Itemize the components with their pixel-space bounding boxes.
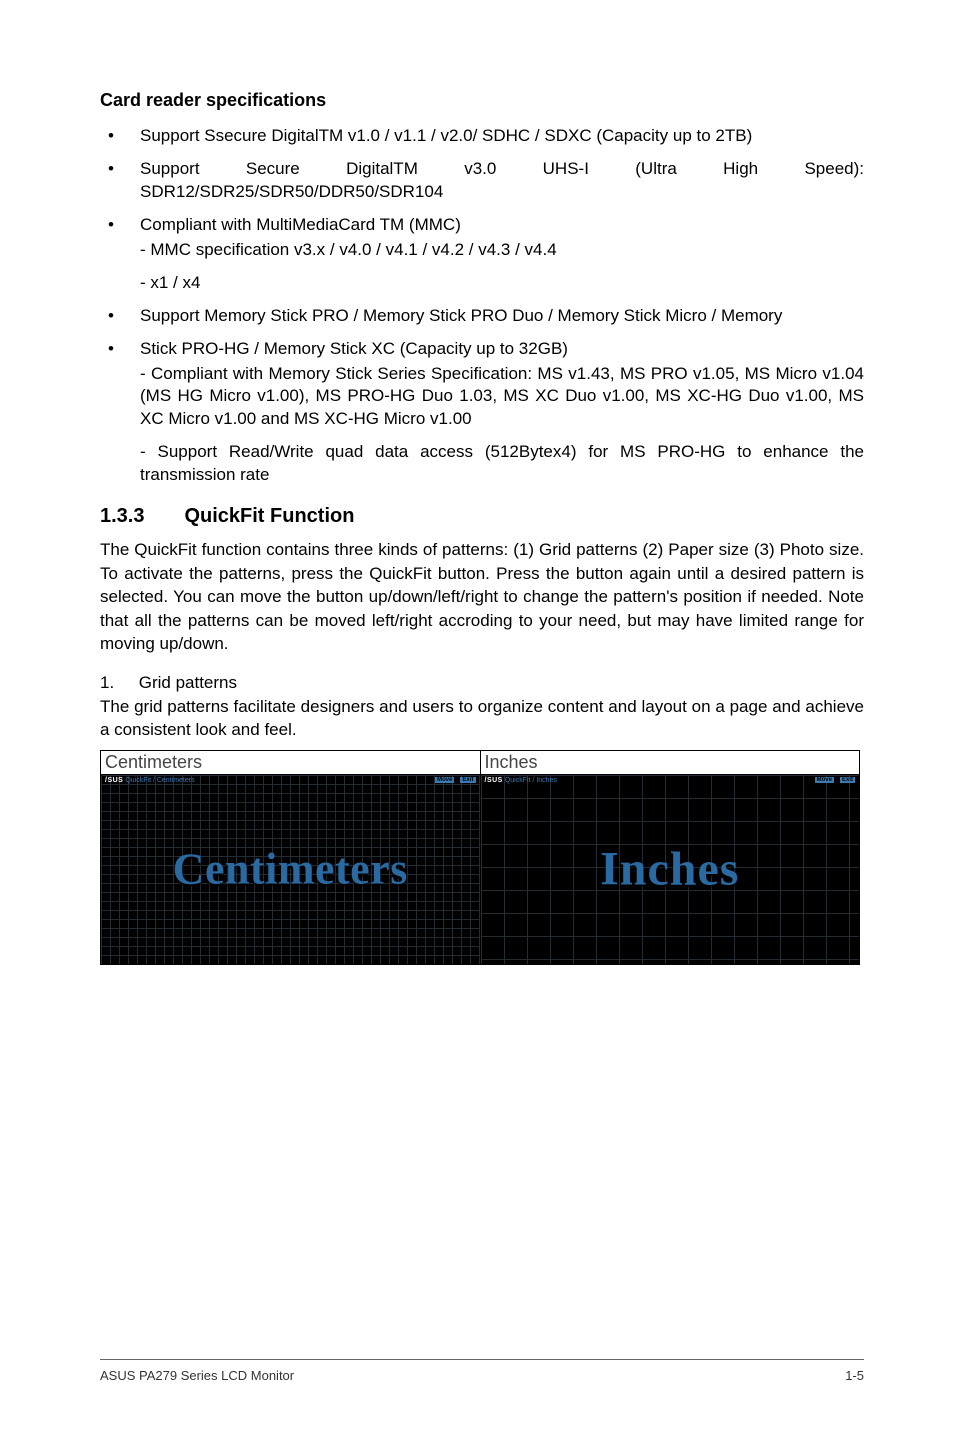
table-header-cm: Centimeters	[101, 750, 481, 774]
pattern-label-cm: Centimeters	[173, 844, 408, 895]
list-item: • Compliant with MultiMediaCard TM (MMC)…	[100, 214, 864, 295]
pattern-centimeters: /SUSQuickFit / Centimeters Move Exit Cent…	[101, 774, 481, 964]
list-item: • Support Memory Stick PRO / Memory Stic…	[100, 305, 864, 328]
list-item-sub: - MMC specification v3.x / v4.0 / v4.1 /…	[140, 239, 864, 262]
item-title: Grid patterns	[139, 673, 237, 692]
footer-page-number: 1-5	[845, 1368, 864, 1383]
bullet-icon: •	[108, 125, 114, 148]
breadcrumb: QuickFit / Inches	[505, 777, 557, 784]
list-item-sub: - Compliant with Memory Stick Series Spe…	[140, 363, 864, 432]
section-heading: 1.3.3 QuickFit Function	[100, 505, 864, 528]
list-item-sub: - Support Read/Write quad data access (5…	[140, 441, 864, 487]
list-item-text: Support Ssecure DigitalTM v1.0 / v1.1 / …	[140, 126, 752, 145]
brand-label: /SUS	[105, 777, 123, 784]
list-item: • Stick PRO-HG / Memory Stick XC (Capaci…	[100, 338, 864, 488]
bullet-icon: •	[108, 338, 114, 361]
list-item-text: Compliant with MultiMediaCard TM (MMC)	[140, 215, 461, 234]
pattern-label-in: Inches	[600, 842, 739, 897]
exit-badge: Exit	[460, 777, 475, 783]
section-number: 1.3.3	[100, 505, 180, 528]
list-item-sub: - x1 / x4	[140, 272, 864, 295]
bullet-icon: •	[108, 158, 114, 181]
page-footer: ASUS PA279 Series LCD Monitor 1-5	[100, 1359, 864, 1383]
pattern-topbar: /SUSQuickFit / Centimeters Move Exit	[105, 777, 476, 784]
item-number: 1.	[100, 671, 134, 694]
breadcrumb: QuickFit / Centimeters	[125, 777, 194, 784]
table-header-in: Inches	[480, 750, 860, 774]
list-item: • Support Secure DigitalTM v3.0 UHS-I (U…	[100, 158, 864, 204]
pattern-topbar: /SUSQuickFit / Inches Move Exit	[485, 777, 856, 784]
grid-patterns-body: The grid patterns facilitate designers a…	[100, 695, 864, 742]
grid-patterns-item: 1. Grid patterns	[100, 671, 864, 694]
move-badge: Move	[435, 777, 454, 783]
list-item: • Support Ssecure DigitalTM v1.0 / v1.1 …	[100, 125, 864, 148]
brand-label: /SUS	[485, 777, 503, 784]
pattern-inches: /SUSQuickFit / Inches Move Exit Inches	[480, 774, 860, 964]
exit-badge: Exit	[840, 777, 855, 783]
list-item-text: Support Secure DigitalTM v3.0 UHS-I (Ult…	[140, 159, 864, 201]
section-title: QuickFit Function	[184, 505, 354, 527]
section-paragraph: The QuickFit function contains three kin…	[100, 538, 864, 655]
footer-product: ASUS PA279 Series LCD Monitor	[100, 1368, 294, 1383]
list-item-text: Stick PRO-HG / Memory Stick XC (Capacity…	[140, 339, 568, 358]
bullet-icon: •	[108, 214, 114, 237]
patterns-table: Centimeters Inches /SUSQuickFit / Centim…	[100, 750, 860, 965]
cardreader-list: • Support Ssecure DigitalTM v1.0 / v1.1 …	[100, 125, 864, 487]
cardreader-heading: Card reader specifications	[100, 90, 864, 111]
move-badge: Move	[815, 777, 834, 783]
footer-rule	[100, 1359, 864, 1360]
list-item-text: Support Memory Stick PRO / Memory Stick …	[140, 306, 782, 325]
bullet-icon: •	[108, 305, 114, 328]
